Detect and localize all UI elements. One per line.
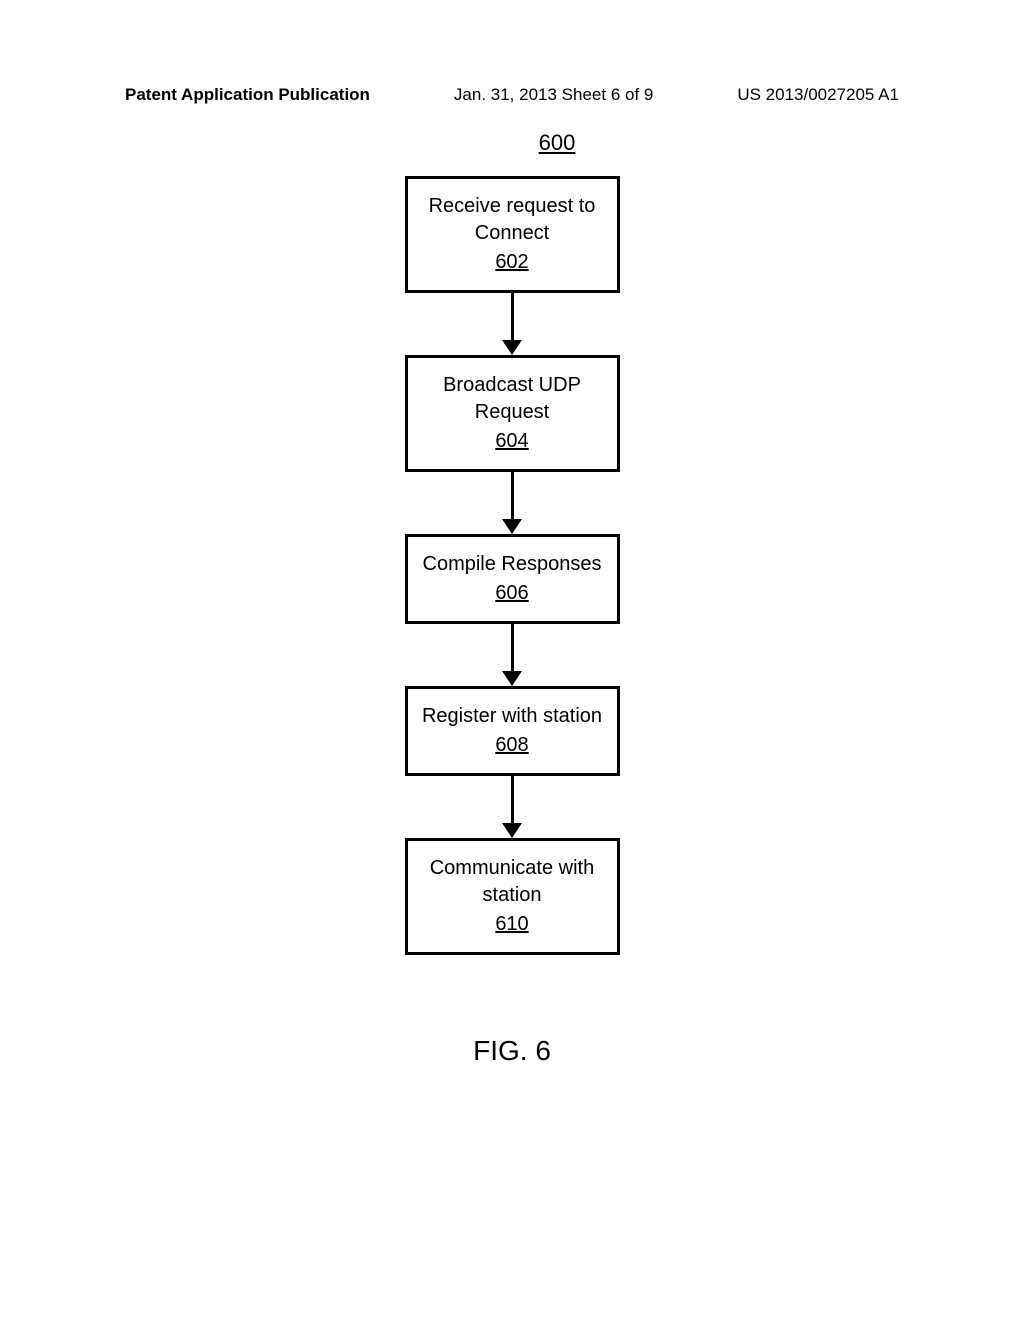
block-text: Register with station (422, 705, 602, 727)
arrow-icon (502, 624, 522, 686)
block-number: 606 (418, 580, 607, 607)
block-text: Communicate with station (430, 857, 595, 906)
arrow-icon (502, 293, 522, 355)
header-date-sheet: Jan. 31, 2013 Sheet 6 of 9 (454, 85, 653, 105)
block-receive-request: Receive request to Connect 602 (405, 176, 620, 293)
block-number: 602 (418, 249, 607, 276)
block-broadcast-udp: Broadcast UDP Request 604 (405, 355, 620, 472)
block-register-station: Register with station 608 (405, 686, 620, 776)
block-number: 604 (418, 428, 607, 455)
block-number: 610 (418, 911, 607, 938)
block-number: 608 (418, 732, 607, 759)
header-patent-number: US 2013/0027205 A1 (737, 85, 899, 105)
block-text: Receive request to Connect (429, 195, 596, 244)
flowchart: Receive request to Connect 602 Broadcast… (405, 176, 620, 955)
page-header: Patent Application Publication Jan. 31, … (0, 85, 1024, 105)
arrow-icon (502, 472, 522, 534)
figure-caption: FIG. 6 (473, 1035, 551, 1067)
block-text: Compile Responses (423, 553, 602, 575)
block-text: Broadcast UDP Request (443, 374, 581, 423)
block-communicate-station: Communicate with station 610 (405, 838, 620, 955)
block-compile-responses: Compile Responses 606 (405, 534, 620, 624)
header-publication: Patent Application Publication (125, 85, 370, 105)
figure-area: 600 Receive request to Connect 602 Broad… (0, 130, 1024, 1067)
figure-number: 600 (539, 130, 576, 156)
arrow-icon (502, 776, 522, 838)
